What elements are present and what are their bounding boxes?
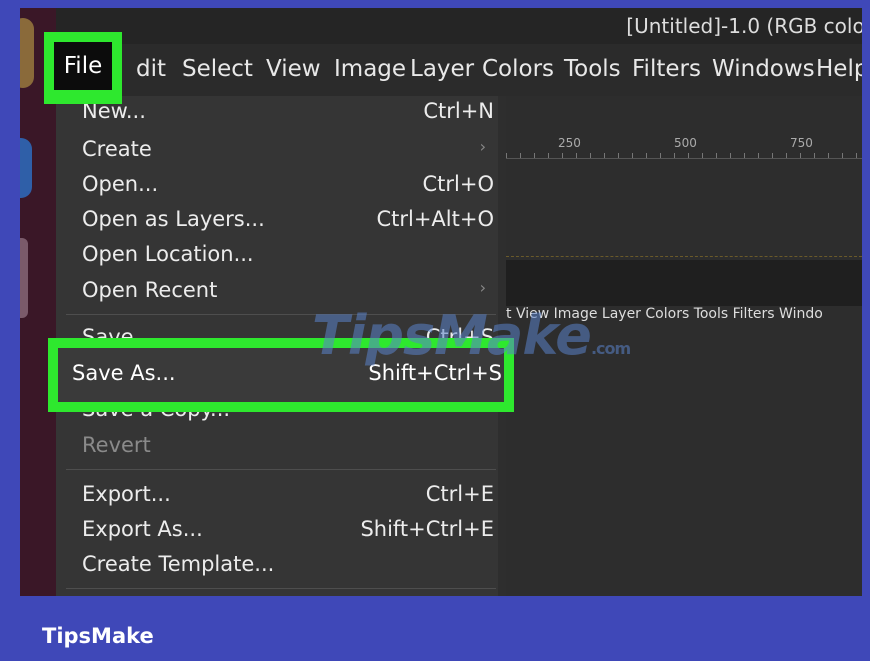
ruler-tick-label: 250 xyxy=(558,136,581,150)
menu-item-label: Save As... xyxy=(72,361,176,385)
menu-tools[interactable]: Tools xyxy=(564,56,621,82)
menu-filters[interactable]: Filters xyxy=(632,56,701,82)
canvas-boundary xyxy=(506,256,862,257)
menu-item-export[interactable]: Export... Ctrl+E xyxy=(82,479,494,513)
menu-item-create-template[interactable]: Create Template... xyxy=(82,549,492,583)
window-title: [Untitled]-1.0 (RGB color 8 xyxy=(626,14,862,38)
file-menu-highlight: File xyxy=(44,32,122,104)
menubar: dit Select View Image Layer Colors Tools… xyxy=(56,44,862,96)
canvas-band xyxy=(506,260,862,306)
menu-edit[interactable]: dit xyxy=(136,56,166,82)
menu-item-new[interactable]: New... Ctrl+N xyxy=(82,96,494,130)
gimp-screenshot: [Untitled]-1.0 (RGB color 8 dit Select V… xyxy=(20,8,862,596)
ruler-tick-label: 500 xyxy=(674,136,697,150)
menu-image[interactable]: Image xyxy=(334,56,406,82)
menu-view[interactable]: View xyxy=(266,56,321,82)
ruler-tick-label: 750 xyxy=(790,136,813,150)
menu-item-shortcut: Shift+Ctrl+E xyxy=(360,517,494,541)
menu-item-label: Open Location... xyxy=(82,242,254,266)
dock-icon[interactable] xyxy=(20,138,32,198)
menu-item-open-as-layers[interactable]: Open as Layers... Ctrl+Alt+O xyxy=(82,204,494,238)
watermark-logo: TipsMake.com xyxy=(312,304,631,367)
dock-icon[interactable] xyxy=(20,238,28,318)
menu-item-create[interactable]: Create › xyxy=(82,134,492,168)
menu-item-shortcut: Ctrl+N xyxy=(423,99,494,123)
menu-item-label: Export As... xyxy=(82,517,203,541)
menu-colors[interactable]: Colors xyxy=(482,56,554,82)
menu-layer[interactable]: Layer xyxy=(410,56,474,82)
menu-item-export-as[interactable]: Export As... Shift+Ctrl+E xyxy=(82,514,494,548)
menu-item-shortcut: Ctrl+E xyxy=(425,482,494,506)
menu-separator xyxy=(66,469,496,470)
menu-item-label: Open as Layers... xyxy=(82,207,265,231)
window-titlebar: [Untitled]-1.0 (RGB color 8 xyxy=(56,8,862,44)
menu-item-revert: Revert xyxy=(82,430,492,464)
horizontal-ruler: 250 500 750 xyxy=(506,136,862,159)
menu-item-shortcut: Ctrl+Alt+O xyxy=(376,207,494,231)
menu-item-open-location[interactable]: Open Location... xyxy=(82,239,492,273)
menu-item-shortcut: Ctrl+O xyxy=(422,172,495,196)
menu-item-label: Revert xyxy=(82,433,151,457)
menu-item-label: Create xyxy=(82,137,152,161)
footer-brand: TipsMake xyxy=(42,624,154,648)
dock-icon[interactable] xyxy=(20,18,34,88)
menu-select[interactable]: Select xyxy=(182,56,253,82)
menu-item-label: Create Template... xyxy=(82,552,275,576)
menu-item-label: Export... xyxy=(82,482,171,506)
menu-file[interactable]: File xyxy=(54,42,112,90)
menu-separator xyxy=(66,588,496,589)
menu-item-open[interactable]: Open... Ctrl+O xyxy=(82,169,495,203)
menu-help[interactable]: Help xyxy=(816,56,862,82)
menu-windows[interactable]: Windows xyxy=(712,56,815,82)
submenu-arrow-icon: › xyxy=(479,278,486,297)
submenu-arrow-icon: › xyxy=(479,137,486,156)
menu-item-label: Open... xyxy=(82,172,159,196)
menu-item-label: Open Recent xyxy=(82,278,218,302)
